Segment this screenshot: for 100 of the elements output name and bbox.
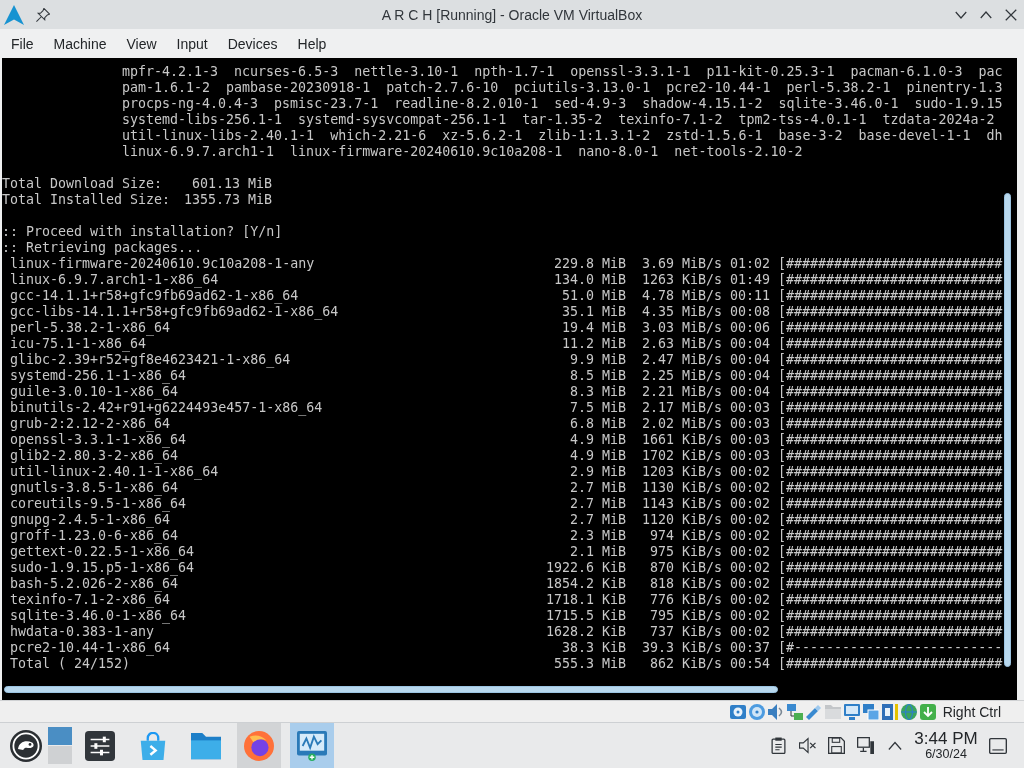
windows-icon[interactable] [862,703,879,720]
download-time: 00:03 [730,416,771,432]
download-time: 00:04 [730,352,771,368]
speaker-icon[interactable] [767,703,784,720]
download-size: 9.9 MiB [569,352,626,368]
package-name: gcc-14.1.1+r58+gfc9fb69ad62-1-x86_64 [10,288,299,304]
progress-text: [########################### [778,448,1003,464]
download-speed: 3.69 MiB/s [641,256,722,272]
download-size: 2.3 MiB [569,528,626,544]
download-time: 00:03 [730,432,771,448]
desktop-tile[interactable] [48,746,72,764]
package-name: gnutls-3.8.5-1-x86_64 [10,480,179,496]
progress-text: [########################### [778,288,1003,304]
package-name: pcre2-10.44-1-x86_64 [10,640,171,656]
progress-text: [########################### [778,496,1003,512]
chip-icon[interactable] [881,703,898,720]
browser-icon[interactable] [244,730,274,761]
download-size: 6.8 MiB [569,416,626,432]
download-speed: 1263 KiB/s [641,272,722,288]
download-speed: 1661 KiB/s [641,432,722,448]
window-title: A R C H [Running] - Oracle VM VirtualBox [381,6,643,23]
menu-item[interactable]: View [116,31,167,56]
progress-text: [########################### [778,480,1003,496]
menu-item[interactable]: File [1,31,44,56]
package-name: sqlite-3.46.0-1-x86_64 [10,608,187,624]
menu-item[interactable]: Help [287,31,337,56]
monitor-icon[interactable] [297,730,327,761]
usb-stick-icon[interactable] [805,703,822,720]
download-size: 2.9 MiB [569,464,626,480]
sliders-icon[interactable] [85,730,115,761]
clock-time[interactable]: 3:44 PM [914,730,978,748]
download-size: 1922.6 KiB [545,560,626,576]
package-name: icu-75.1-1-x86_64 [10,336,147,352]
download-speed: 795 KiB/s [649,608,722,624]
progress-text: [########################### [778,608,1003,624]
download-time: 00:04 [730,336,771,352]
download-time: 00:02 [730,480,771,496]
muted-speaker-icon[interactable] [799,737,816,754]
prompt-line: :: Proceed with installation? [Y/n] [2,224,283,240]
download-time: 00:02 [730,528,771,544]
pin-icon[interactable] [36,7,50,22]
progress-text: [#-------------------------- [778,640,1003,656]
download-time: 00:02 [730,608,771,624]
computer-icon[interactable] [857,737,874,754]
package-name: util-linux-2.40.1-1-x86_64 [10,464,219,480]
download-time: 00:37 [730,640,771,656]
package-list-line: pam-1.6.1-2 pambase-20230918-1 patch-2.7.6-10 pciutils-3.13.0-1 pcre2-10.44-1 perl-5.38.2-1 pinentry-1.3 [122,80,1003,96]
menu-item[interactable]: Machine [43,31,117,56]
clipboard-icon[interactable] [770,737,787,754]
package-name: grub-2:2.12-2-x86_64 [10,416,171,432]
monitor-icon[interactable] [843,703,860,720]
progress-text: [########################### [778,624,1003,640]
bag-icon[interactable] [139,731,167,760]
package-list-line: linux-6.9.7.arch1-1 linux-firmware-20240610.9c10a208-1 nano-8.0-1 net-tools-2.10-2 [122,144,803,160]
package-name: systemd-256.1-1-x86_64 [10,368,187,384]
network-icon[interactable] [786,703,803,720]
desktop-tile[interactable] [48,727,72,745]
disc-icon[interactable] [748,703,765,720]
progress-text: [########################### [778,416,1003,432]
download-size: 1718.1 KiB [545,592,626,608]
download-size: 8.3 MiB [569,384,626,400]
download-time: 00:02 [730,544,771,560]
host-key-label[interactable]: Right Ctrl [942,703,1001,720]
package-name: glib2-2.80.3-2-x86_64 [10,448,179,464]
download-speed: 2.21 MiB/s [641,384,722,400]
download-size: 1715.5 KiB [545,608,626,624]
triangle-logo-icon [4,4,24,25]
package-name: glibc-2.39+r52+gf8e4623421-1-x86_64 [10,352,291,368]
package-name: texinfo-7.1-2-x86_64 [10,592,171,608]
total-label: Total ( 24/152) [10,656,131,672]
download-speed: 974 KiB/s [649,528,722,544]
launcher-icon [10,729,42,762]
vertical-scrollbar[interactable] [1004,193,1011,667]
clock-date[interactable]: 6/30/24 [925,748,967,761]
package-name: gettext-0.22.5-1-x86_64 [10,544,195,560]
download-size: 4.9 MiB [569,432,626,448]
download-speed: 4.35 MiB/s [641,304,722,320]
download-time: 00:06 [730,320,771,336]
download-size: 134.0 MiB [553,272,626,288]
progress-text: [########################### [778,592,1003,608]
download-time: 00:11 [730,288,771,304]
horizontal-scrollbar[interactable] [4,686,778,693]
download-time: 00:03 [730,448,771,464]
download-time: 01:49 [730,272,771,288]
arrow-down-icon[interactable] [919,703,936,720]
download-speed: 1203 KiB/s [641,464,722,480]
download-time: 01:02 [730,256,771,272]
download-size: 1854.2 KiB [545,576,626,592]
progress-text: [########################### [778,352,1003,368]
summary-value: 601.13 MiB [191,176,272,192]
package-name: bash-5.2.026-2-x86_64 [10,576,179,592]
folder-icon[interactable] [191,730,221,761]
menu-item[interactable]: Devices [217,31,288,56]
download-size: 38.3 KiB [561,640,626,656]
download-size: 19.4 MiB [561,320,626,336]
show-desktop-icon[interactable] [989,736,1007,755]
download-speed: 2.17 MiB/s [641,400,722,416]
download-speed: 3.03 MiB/s [641,320,722,336]
globe-icon[interactable] [900,703,917,720]
menu-item[interactable]: Input [166,31,218,56]
